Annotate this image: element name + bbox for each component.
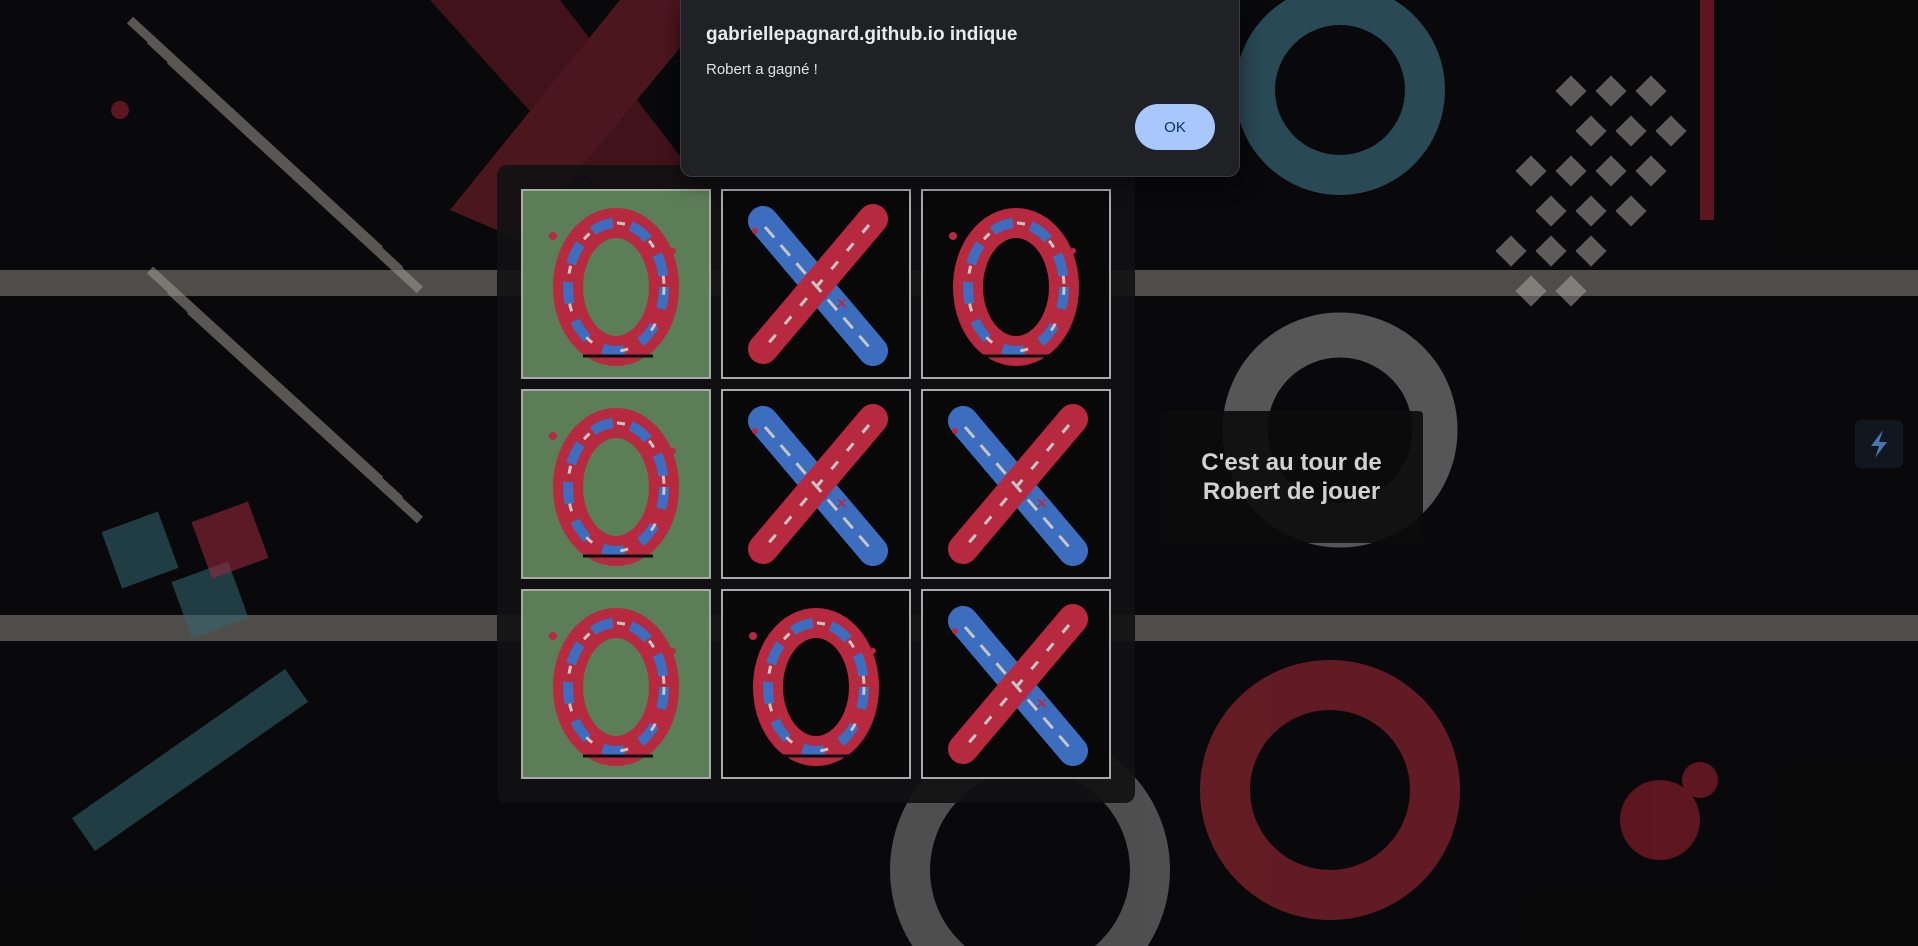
x-mark-icon: ✕ bbox=[748, 404, 888, 566]
dialog-message: Robert a gagné ! bbox=[706, 61, 818, 78]
svg-text:✕: ✕ bbox=[835, 494, 848, 513]
dialog-title: gabriellepagnard.github.io indique bbox=[706, 24, 1018, 45]
board-cell[interactable]: ✕ bbox=[721, 189, 911, 379]
o-mark-icon bbox=[949, 208, 1079, 366]
svg-text:✕: ✕ bbox=[1035, 494, 1048, 513]
svg-text:✕: ✕ bbox=[835, 294, 848, 313]
board-cell[interactable]: ✕ bbox=[921, 389, 1111, 579]
o-mark-icon bbox=[549, 608, 679, 766]
extension-lightning-icon[interactable] bbox=[1855, 420, 1903, 468]
board-cell[interactable] bbox=[721, 589, 911, 779]
o-mark-icon bbox=[549, 208, 679, 366]
x-mark-icon: ✕ bbox=[748, 204, 888, 366]
o-mark-icon bbox=[549, 408, 679, 566]
alert-dialog: gabriellepagnard.github.io indique Rober… bbox=[680, 0, 1240, 177]
svg-text:✕: ✕ bbox=[1035, 694, 1048, 713]
x-mark-icon: ✕ bbox=[948, 604, 1088, 766]
turn-status-box: C'est au tour de Robert de jouer bbox=[1160, 411, 1423, 543]
board-cell[interactable]: ✕ bbox=[721, 389, 911, 579]
board-cell[interactable] bbox=[521, 589, 711, 779]
board-cell[interactable]: ✕ bbox=[921, 589, 1111, 779]
board-cell[interactable] bbox=[521, 389, 711, 579]
ok-button[interactable]: OK bbox=[1135, 104, 1215, 150]
game-board: ✕ ✕ ✕ ✕ bbox=[497, 165, 1135, 803]
turn-status-text: C'est au tour de Robert de jouer bbox=[1201, 449, 1382, 505]
board-cell[interactable] bbox=[921, 189, 1111, 379]
x-mark-icon: ✕ bbox=[948, 404, 1088, 566]
board-cell[interactable] bbox=[521, 189, 711, 379]
o-mark-icon bbox=[749, 608, 879, 766]
